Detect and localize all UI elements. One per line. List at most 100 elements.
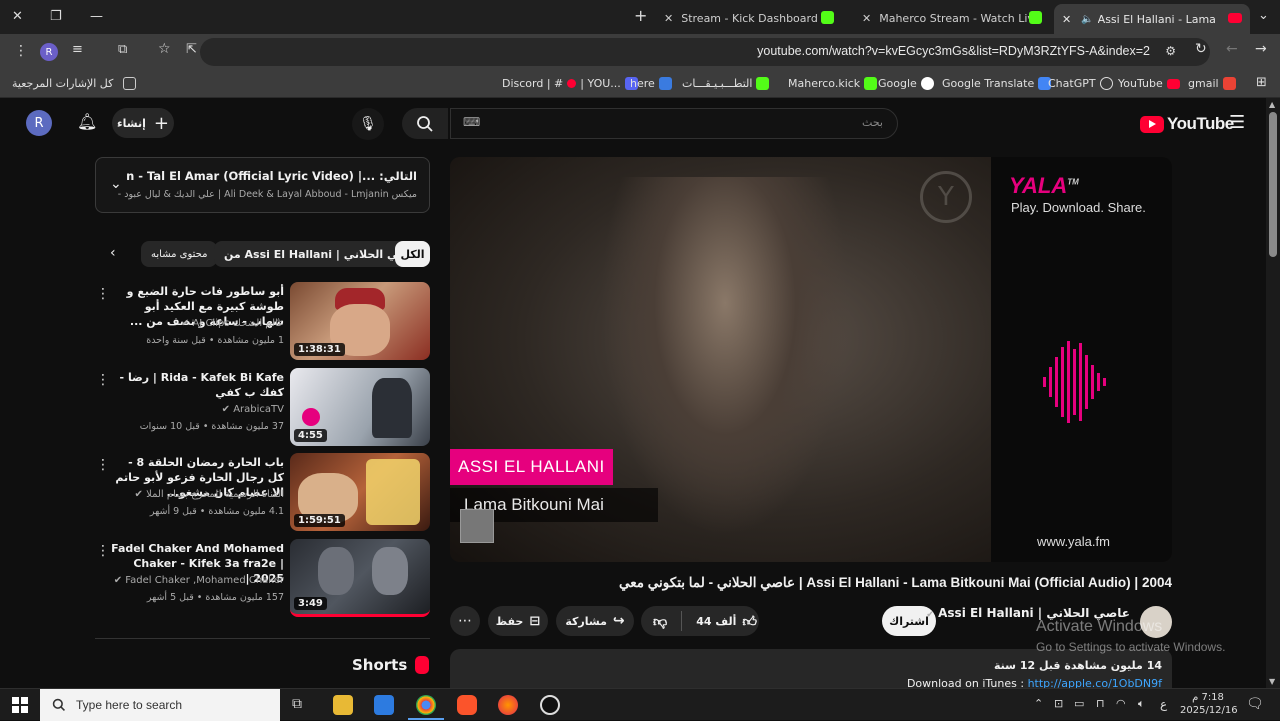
chip-all[interactable]: الكل (395, 241, 430, 267)
yala-watermark-icon: Y (920, 171, 972, 223)
input-language[interactable]: ع (1160, 697, 1167, 711)
bookmark-maherco[interactable]: Maherco.kick (788, 77, 878, 90)
video-thumbnail[interactable]: 3:49 (290, 539, 430, 617)
brave-icon[interactable] (457, 695, 477, 715)
save-button[interactable]: حفظ ⊟ (488, 606, 548, 636)
next-up-card[interactable]: ⌄ التالي: Toni Qattan - Tal El Amar (Off… (95, 157, 430, 213)
close-tab-icon[interactable]: ✕ (862, 12, 871, 25)
channel-avatar[interactable] (1140, 606, 1172, 638)
chip-related[interactable]: محتوى مشابه (141, 241, 218, 267)
share-page-icon[interactable]: ⇱ (186, 42, 197, 57)
minimize-window-icon[interactable]: — (90, 9, 103, 24)
share-button[interactable]: مشاركة ↪ (556, 606, 634, 636)
like-icon[interactable]: 👍︎ (742, 613, 757, 630)
new-tab-icon[interactable]: + (634, 6, 647, 25)
address-bar[interactable]: youtube.com/watch?v=kvEGcyc3mGs&list=RDy… (200, 38, 1210, 66)
apps-grid-icon[interactable]: ⊞ (1256, 75, 1267, 90)
tab-search-icon[interactable]: ⌄ (1258, 8, 1269, 23)
tab-youtube-active[interactable]: ✕ 🔈 Assi El Hallani - Lama Bitkou (1054, 4, 1250, 34)
tab-maherco-stream[interactable]: ✕ Maherco Stream - Watch Live o (862, 6, 1042, 30)
chips-left-arrow-icon[interactable]: ‹ (110, 245, 116, 261)
bookmark-translate[interactable]: Google Translate (942, 77, 1052, 90)
scrollbar-thumb[interactable] (1269, 112, 1277, 257)
create-button[interactable]: إنشاء + (112, 108, 174, 138)
like-count[interactable]: 44 ألف (696, 615, 736, 628)
forward-icon[interactable]: ← (1226, 41, 1238, 57)
list-item[interactable]: ⋮ Fadel Chaker And Mohamed Chaker - Kife… (96, 539, 430, 619)
volume-icon[interactable]: 🔈︎ (1138, 697, 1145, 711)
more-options-icon[interactable]: ⋮ (96, 543, 110, 559)
video-thumbnail[interactable]: 4:55 (290, 368, 430, 446)
video-player[interactable]: Y ASSI EL HALLANI Lama Bitkouni Mai YALA… (450, 157, 1172, 562)
reading-list-icon[interactable]: ≡ (72, 42, 83, 57)
related-channel[interactable]: ArabicaTV ✔ (222, 404, 284, 415)
video-thumbnail[interactable]: 1:59:51 (290, 453, 430, 531)
chrome-icon[interactable] (416, 695, 436, 715)
profile-icon[interactable]: R (40, 43, 58, 61)
bookmark-discord[interactable]: Discord | # | YOU... (502, 77, 638, 90)
notifications-icon[interactable]: 🗨︎ (1246, 696, 1264, 712)
browser-menu-icon[interactable]: ⋮ (14, 43, 28, 59)
windows-start-icon[interactable] (12, 697, 28, 713)
voice-search-icon[interactable]: 🎙︎ (352, 108, 384, 140)
more-options-icon[interactable]: ⋮ (96, 457, 110, 473)
restore-window-icon[interactable]: ❐ (50, 9, 62, 24)
more-options-icon[interactable]: ⋮ (96, 286, 110, 302)
list-item[interactable]: ⋮ Rida - Kafek Bi Kafe | رضا - كفك ب كفي… (96, 368, 430, 448)
taskbar-search[interactable]: Type here to search (40, 689, 280, 721)
all-bookmarks[interactable]: كل الإشارات المرجعية (12, 77, 137, 90)
dislike-icon[interactable]: 👎︎ (653, 613, 667, 630)
kick-icon (864, 77, 878, 90)
itunes-link[interactable]: http://apple.co/1ObDN9f (1028, 677, 1162, 688)
bookmark-youtube[interactable]: YouTube (1118, 77, 1180, 90)
close-tab-icon[interactable]: ✕ (1062, 13, 1071, 26)
youtube-logo[interactable]: YouTube (1140, 114, 1234, 134)
site-settings-icon[interactable]: ⚙ (1165, 44, 1176, 58)
notifications-bell-icon[interactable]: 🔔︎ (77, 112, 97, 131)
audio-playing-icon[interactable]: 🔈 (1081, 14, 1093, 25)
close-tab-icon[interactable]: ✕ (664, 12, 673, 25)
description-box[interactable]: 14 مليون مشاهدة قبل 12 سنة Download on i… (450, 649, 1172, 688)
bookmark-gmail[interactable]: gmail (1188, 77, 1236, 90)
close-window-icon[interactable]: ✕ (12, 9, 23, 24)
hamburger-menu-icon[interactable]: ☰ (1229, 112, 1245, 133)
clock[interactable]: 7:18 م 2025/12/16 (1180, 691, 1238, 717)
account-avatar[interactable]: R (26, 110, 52, 136)
video-thumbnail[interactable]: 1:38:31 (290, 282, 430, 360)
related-title[interactable]: Rida - Kafek Bi Kafe | رضا - كفك ب كفي (109, 370, 284, 400)
obs-icon[interactable] (540, 695, 560, 715)
search-button[interactable] (402, 108, 448, 139)
keyboard-icon[interactable]: ⌨ (463, 115, 480, 129)
store-icon[interactable] (374, 695, 394, 715)
bookmark-apps[interactable]: التطـــبـيـقـــات (682, 77, 770, 90)
task-view-icon[interactable]: ⧉ (292, 696, 302, 712)
file-explorer-icon[interactable] (333, 695, 353, 715)
url-text[interactable]: youtube.com/watch?v=kvEGcyc3mGs&list=RDy… (757, 44, 1150, 58)
extensions-icon[interactable]: ⧉ (118, 42, 127, 57)
scroll-down-icon[interactable]: ▼ (1269, 677, 1275, 686)
tray-app-icon[interactable]: ⊡ (1054, 697, 1063, 710)
wifi-icon[interactable]: ◠ (1116, 697, 1126, 710)
scroll-up-icon[interactable]: ▲ (1269, 100, 1275, 109)
channel-name[interactable]: عاصي الحلاني | Assi El Hallani (938, 606, 1130, 620)
more-actions-icon[interactable]: ⋯ (450, 606, 480, 636)
channel-info[interactable]: عاصي الحلاني | Assi El Hallani ✔ (926, 606, 1130, 620)
list-item[interactable]: ⋮ باب الحارة رمضان الحلقة 8 - كل رجال ال… (96, 453, 430, 533)
related-channel[interactable]: Fadel Chaker ,Mohamed Chaker ✔ (114, 575, 284, 586)
reload-icon[interactable]: ↻ (1195, 41, 1207, 57)
related-channel[interactable]: عالم الضحك AJ Clips ✔ (181, 318, 284, 329)
back-icon[interactable]: → (1255, 41, 1267, 57)
firefox-icon[interactable] (498, 695, 518, 715)
list-item[interactable]: ⋮ أبو ساطور فات حارة الضبع و طوشة كبيرة … (96, 282, 430, 362)
tray-usb-icon[interactable]: ⊓ (1096, 697, 1105, 710)
search-input[interactable]: بحث ⌨ (450, 108, 898, 139)
bookmark-chatgpt[interactable]: ChatGPT (1048, 77, 1113, 90)
tab-kick-dashboard[interactable]: ✕ Stream - Kick Dashboard (664, 6, 834, 30)
bookmark-star-icon[interactable]: ☆ (158, 41, 171, 57)
more-options-icon[interactable]: ⋮ (96, 372, 110, 388)
related-channel[interactable]: القناة الرسمية للمخرج بسام الملا ✔ (135, 489, 284, 500)
bookmark-google[interactable]: Google (878, 77, 934, 90)
bookmark-here[interactable]: here (630, 77, 672, 90)
tray-overflow-icon[interactable]: ⌃ (1034, 697, 1043, 710)
tray-battery-icon[interactable]: ▭ (1074, 697, 1084, 710)
